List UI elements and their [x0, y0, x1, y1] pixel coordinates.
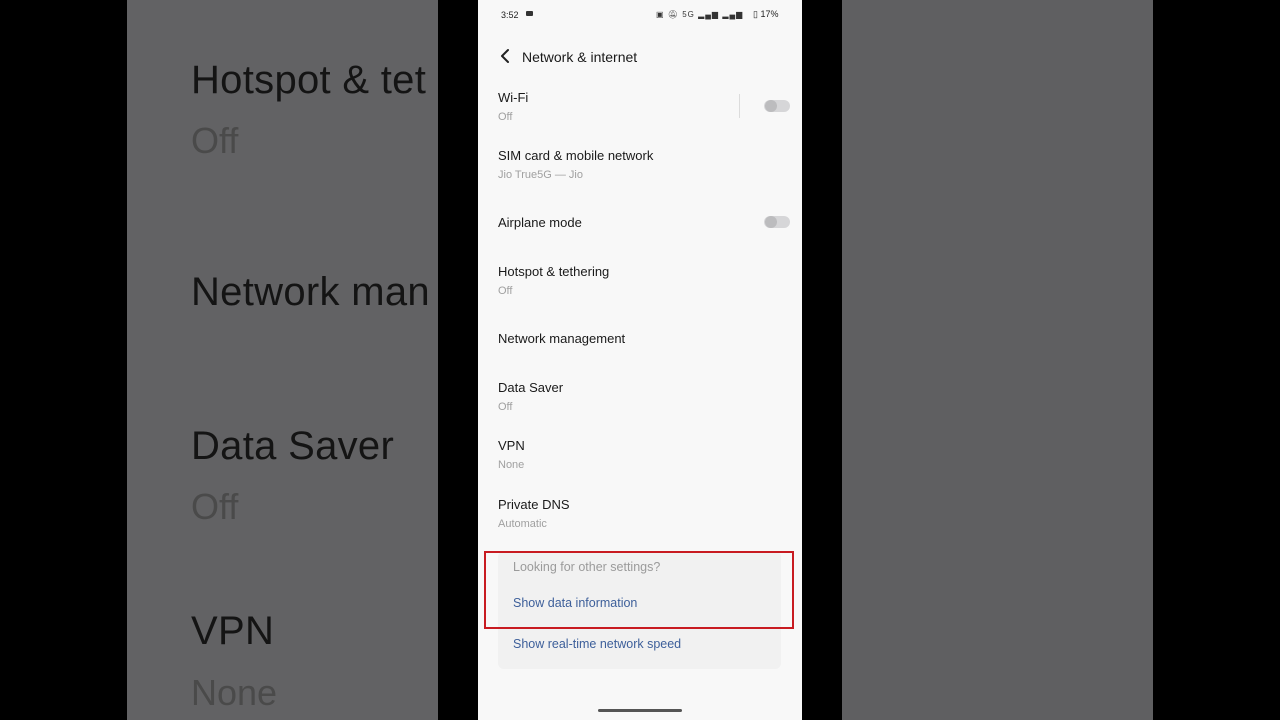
setting-data-saver[interactable]: Data Saver Off [498, 380, 788, 413]
setting-airplane-mode[interactable]: Airplane mode [498, 215, 788, 230]
setting-private-dns[interactable]: Private DNS Automatic [498, 497, 788, 530]
wifi-toggle[interactable] [764, 100, 790, 112]
setting-title: Hotspot & tethering [498, 264, 610, 279]
page-title: Network & internet [522, 49, 638, 65]
setting-title: VPN [498, 438, 525, 453]
setting-subtitle: Off [498, 401, 513, 413]
background-zoom-left: Hotspot & tet Off Network man Data Saver… [127, 0, 438, 720]
signal-icon: ▂▄▆ [698, 10, 720, 19]
setting-title: Private DNS [498, 497, 570, 512]
back-arrow-icon[interactable] [496, 46, 516, 66]
status-time: 3:52 [501, 10, 519, 20]
screen-record-icon [526, 11, 533, 16]
zoom-sub-datasaver: Off [191, 486, 239, 527]
zoom-title-vpn: VPN [191, 609, 275, 653]
setting-subtitle: Automatic [498, 518, 547, 530]
setting-title: SIM card & mobile network [498, 148, 654, 163]
battery: ▯ 17% [753, 9, 778, 20]
mute-icon: 🔕︎ [667, 10, 679, 19]
divider [739, 94, 740, 118]
setting-subtitle: Off [498, 111, 513, 123]
setting-sim[interactable]: SIM card & mobile network Jio True5G — J… [498, 148, 788, 181]
setting-subtitle: Jio True5G — Jio [498, 169, 583, 181]
status-bar: 3:52 ▣ 🔕︎ 5G ▂▄▆ ▂▄▆ ▯ 17% [478, 0, 802, 30]
highlight-annotation [484, 551, 794, 629]
zoom-sub-vpn: None [191, 672, 278, 713]
setting-title: Wi-Fi [498, 90, 529, 105]
setting-subtitle: None [498, 459, 525, 471]
setting-hotspot[interactable]: Hotspot & tethering Off [498, 264, 788, 297]
home-indicator[interactable] [598, 709, 682, 712]
setting-wifi[interactable]: Wi-Fi Off [498, 90, 788, 123]
show-network-speed-link[interactable]: Show real-time network speed [513, 637, 681, 651]
zoom-title-network: Network man [191, 270, 430, 314]
setting-subtitle: Off [498, 285, 513, 297]
background-zoom-right [842, 0, 1153, 720]
setting-network-management[interactable]: Network management [498, 331, 788, 346]
zoom-title-datasaver: Data Saver [191, 424, 395, 468]
status-icons: ▣ 🔕︎ 5G ▂▄▆ ▂▄▆ [656, 10, 743, 19]
zoom-title-hotspot: Hotspot & tet [191, 58, 427, 102]
battery-icon: ▯ [753, 9, 758, 19]
app-bar: Network & internet [478, 36, 802, 80]
cast-icon: ▣ [656, 10, 665, 19]
network-type: 5G [682, 10, 695, 19]
airplane-toggle[interactable] [764, 216, 790, 228]
setting-vpn[interactable]: VPN None [498, 438, 788, 471]
setting-title: Data Saver [498, 380, 564, 395]
setting-title: Network management [498, 331, 626, 346]
battery-percent: 17% [760, 9, 779, 19]
zoom-sub-hotspot: Off [191, 120, 239, 161]
setting-title: Airplane mode [498, 215, 582, 230]
signal-icon-2: ▂▄▆ [722, 10, 744, 19]
